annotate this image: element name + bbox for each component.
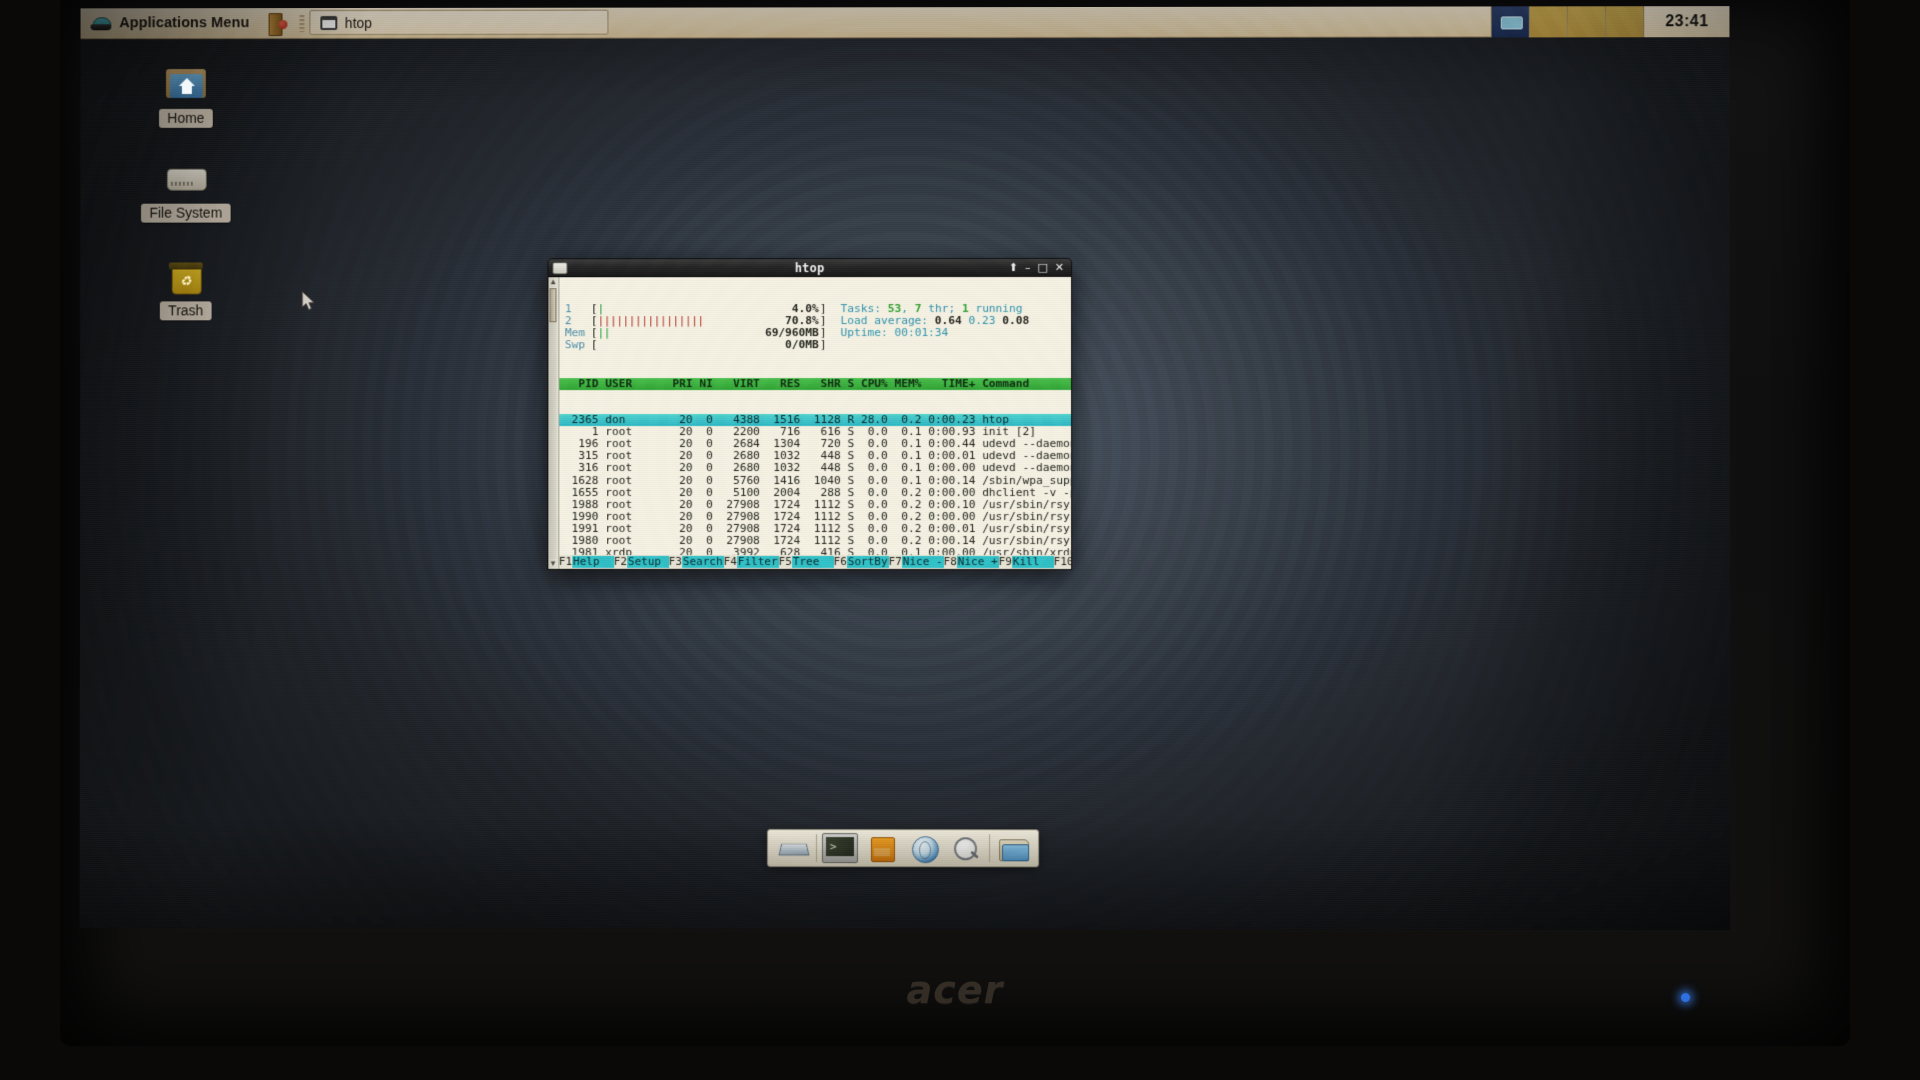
meter-bar: ||||||||||||||||| — [597, 315, 704, 328]
window-maximize-icon[interactable]: □ — [1037, 261, 1047, 274]
htop-meter-swp: Swp[0/0MB] — [559, 338, 1071, 352]
applications-menu-label: Applications Menu — [119, 15, 250, 32]
monitor-photo: acer Home File System ♻ Trash htop ⬆ – □… — [0, 0, 1920, 1080]
top-panel: Applications Menu htop 23:41 — [80, 6, 1730, 40]
window-title: htop — [794, 260, 825, 275]
fkey-number: F3 — [668, 554, 682, 568]
htop-window[interactable]: htop ⬆ – □ ✕ ▲ ▼ 1[| 4.0%] Tasks: 53, 7 th… — [547, 257, 1073, 571]
taskbar-button-label: htop — [344, 14, 373, 31]
dock-item-file-manager-icon[interactable] — [995, 833, 1031, 863]
workspace-button-3[interactable] — [1566, 6, 1606, 37]
fkey-filter-button[interactable]: Filter — [736, 555, 779, 569]
window-minimize-icon[interactable]: – — [1025, 261, 1031, 274]
htop-meters: 1[| 4.0%] Tasks: 53, 7 thr; 1 running 2[|||… — [559, 302, 1071, 352]
screen-area: Home File System ♻ Trash htop ⬆ – □ ✕ ▲ … — [79, 6, 1731, 931]
fkey-number: F2 — [613, 554, 627, 568]
fkey-number: F5 — [778, 554, 792, 569]
fkey-number: F10 — [1054, 555, 1072, 569]
desktop-icon-label: File System — [141, 203, 231, 223]
desktop-icon-label: Trash — [160, 301, 212, 321]
trash-icon: ♻ — [163, 256, 209, 296]
applications-menu-button[interactable]: Applications Menu — [81, 8, 259, 38]
bottom-dock — [766, 829, 1040, 868]
fkey-number: F6 — [833, 554, 847, 569]
dock-separator — [815, 834, 817, 863]
fkey-sortby-button[interactable]: SortBy — [846, 555, 889, 569]
taskbar-button-htop[interactable]: htop — [309, 9, 609, 36]
desktop-icon-home[interactable]: Home — [130, 63, 242, 128]
logout-icon — [267, 13, 287, 34]
fkey-tree-button[interactable]: Tree — [791, 555, 834, 569]
fkey-number: F7 — [888, 554, 902, 569]
power-led-indicator — [1681, 993, 1690, 1002]
meter-label: Swp — [564, 338, 586, 352]
panel-spacer — [608, 6, 1491, 37]
scroll-up-arrow[interactable]: ▲ — [549, 277, 557, 287]
desktop-icon-file-system[interactable]: File System — [130, 158, 242, 223]
scroll-down-arrow[interactable]: ▼ — [549, 559, 557, 569]
clock[interactable]: 23:41 — [1643, 6, 1730, 38]
mouse-icon — [90, 16, 112, 31]
scrollbar-track[interactable] — [549, 322, 557, 559]
hard-drive-icon — [163, 158, 209, 198]
dock-separator — [989, 834, 991, 863]
fkey-number: F8 — [943, 554, 957, 569]
acer-brand-logo: acer — [906, 968, 1004, 1012]
fkey-number: F9 — [998, 554, 1012, 569]
htop-process-row[interactable]: 316 root 20 0 2680 1032 448 S 0.0 0.1 0:… — [559, 461, 1071, 474]
dock-item-web-browser-icon[interactable] — [906, 833, 942, 863]
htop-function-bar[interactable]: F1 Help F2 Setup F3 Search F4 Filter F5 Tree F6… — [558, 554, 1072, 570]
meter-bar: | — [597, 303, 604, 316]
desktop-icon-label: Home — [159, 108, 213, 128]
logout-button[interactable] — [258, 8, 296, 38]
fkey-kill-button[interactable]: Kill — [1011, 555, 1054, 569]
htop-scrollbar[interactable]: ▲ ▼ — [548, 277, 559, 569]
window-close-icon[interactable]: ✕ — [1055, 261, 1064, 274]
fkey-nice-button[interactable]: Nice + — [956, 555, 999, 569]
window-shade-icon[interactable]: ⬆ — [1009, 261, 1018, 274]
fkey-number: F1 — [558, 554, 573, 568]
panel-handle[interactable] — [299, 14, 305, 32]
dock-item-terminal-icon[interactable] — [821, 833, 858, 864]
fkey-nice-button[interactable]: Nice - — [901, 555, 944, 569]
desktop-icon-trash[interactable]: ♻ Trash — [130, 255, 242, 321]
dock-item-show-desktop-icon[interactable] — [775, 833, 811, 863]
workspace-switcher[interactable] — [1490, 6, 1644, 37]
htop-process-row[interactable]: 1628 root 20 0 5760 1416 1040 S 0.0 0.1 … — [559, 473, 1071, 486]
window-titlebar[interactable]: htop ⬆ – □ ✕ — [547, 257, 1073, 278]
htop-body: ▲ ▼ 1[| 4.0%] Tasks: 53, 7 thr; 1 running 2… — [547, 276, 1073, 571]
fkey-setup-button[interactable]: Setup — [626, 555, 669, 568]
meter-bar: || — [597, 327, 611, 340]
fkey-search-button[interactable]: Search — [681, 555, 724, 569]
fkey-number: F4 — [723, 554, 737, 569]
workspace-button-1[interactable] — [1490, 6, 1529, 37]
workspace-button-4[interactable] — [1605, 6, 1644, 37]
dock-item-search-icon[interactable] — [948, 833, 984, 863]
meter-value: 0/0MB — [785, 338, 819, 352]
htop-summary-line: Uptime: 00:01:34 — [840, 326, 949, 340]
htop-process-list[interactable]: 2365 don 20 0 4388 1516 1128 R 28.0 0.2 … — [558, 413, 1072, 569]
htop-column-header[interactable]: PID USER PRI NI VIRT RES SHR S CPU% MEM%… — [558, 377, 1072, 390]
window-controls[interactable]: ⬆ – □ ✕ — [1009, 261, 1067, 274]
fkey-help-button[interactable]: Help — [572, 555, 614, 568]
workspace-button-2[interactable] — [1528, 6, 1567, 37]
htop-process-row[interactable]: 1655 root 20 0 5100 2004 288 S 0.0 0.2 0… — [559, 486, 1072, 499]
scrollbar-thumb[interactable] — [549, 288, 557, 323]
window-icon — [319, 15, 337, 30]
htop-summary-line — [827, 340, 841, 352]
htop-terminal[interactable]: 1[| 4.0%] Tasks: 53, 7 thr; 1 running 2[|||… — [558, 276, 1072, 570]
home-folder-icon — [163, 63, 209, 103]
dock-item-office-writer-icon[interactable] — [864, 833, 900, 863]
